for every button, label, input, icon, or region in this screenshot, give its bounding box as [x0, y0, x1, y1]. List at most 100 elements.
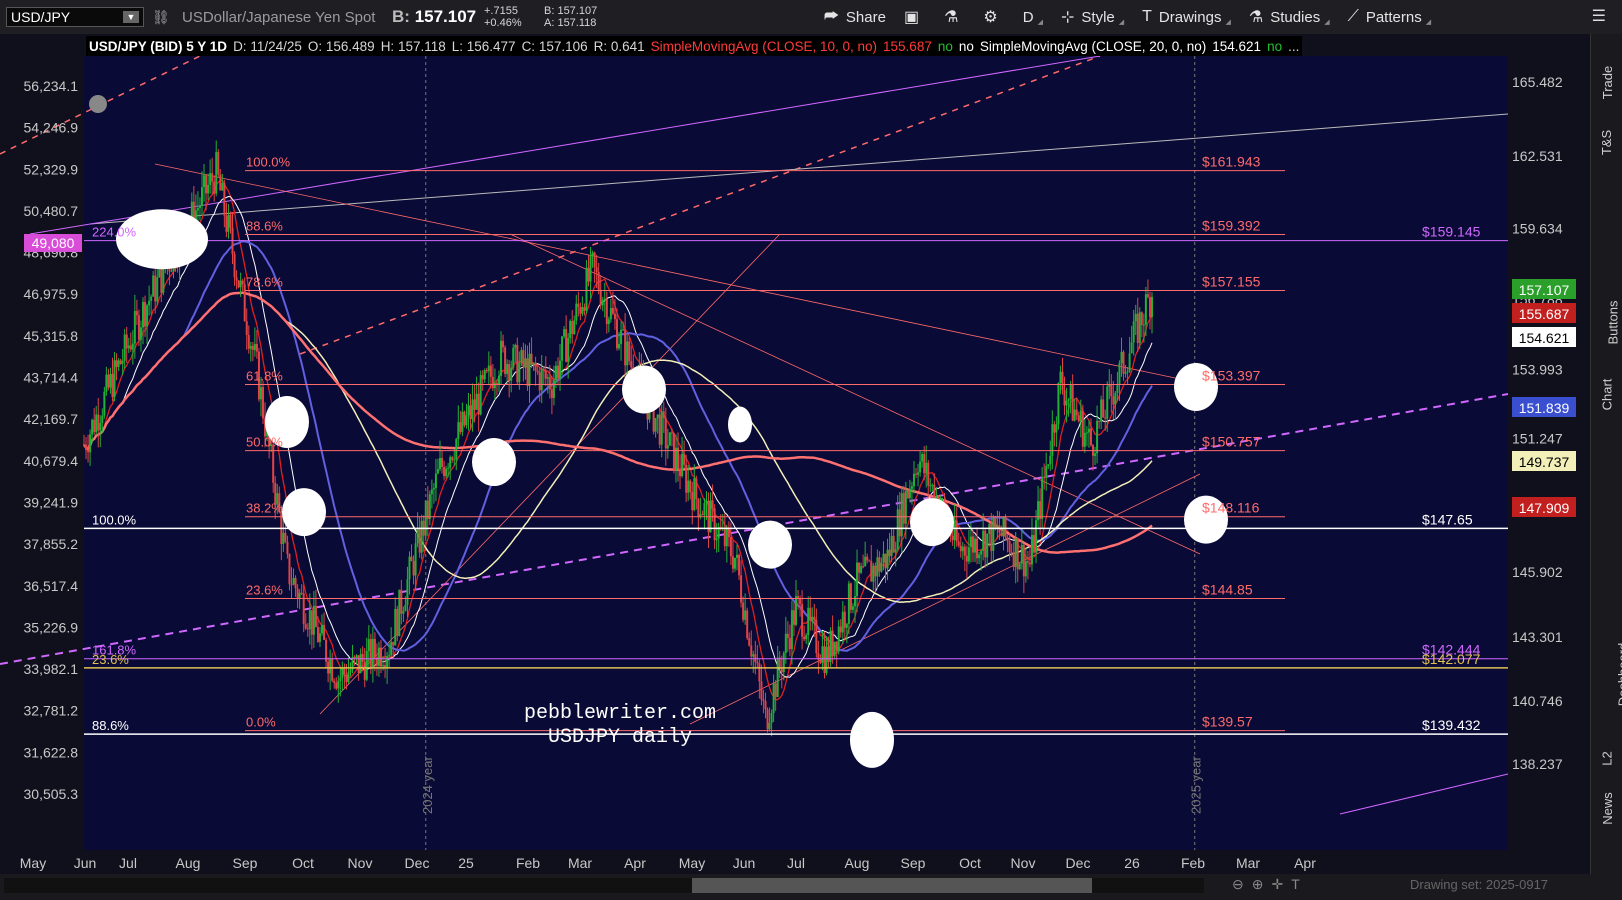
bid-ask-block: B: 157.107 A: 157.118 — [544, 5, 644, 29]
candle-body — [595, 267, 598, 273]
support-level-pct: 88.6% — [92, 718, 129, 733]
right-tab-option-chain[interactable]: Option Chain — [1591, 439, 1622, 528]
studies-button[interactable]: ⚗ Studies ◢ — [1249, 7, 1330, 27]
candle-body — [1049, 455, 1052, 465]
candle-body — [1061, 371, 1064, 391]
candle-body — [467, 405, 470, 416]
candle-body — [628, 341, 631, 362]
aggregation-button[interactable]: D ◢ — [1022, 8, 1043, 27]
drawings-button[interactable]: T Drawings ◢ — [1142, 8, 1231, 26]
annotation-ellipse — [728, 406, 752, 443]
candle-body — [1079, 410, 1082, 422]
candle-body — [1151, 296, 1153, 317]
right-tab-dashboard[interactable]: Dashboard — [1591, 643, 1622, 726]
link-icon[interactable]: ⛓ — [152, 9, 170, 26]
candle-body — [329, 658, 332, 674]
candle-body — [552, 380, 555, 398]
candle-body — [827, 646, 830, 662]
chevron-down-icon[interactable]: ▼ — [123, 11, 139, 23]
candle-body — [331, 658, 334, 681]
candle-body — [432, 488, 435, 490]
candle-body — [205, 175, 208, 194]
candle-body — [760, 681, 763, 700]
right-tab-news[interactable]: News — [1591, 792, 1622, 860]
share-button[interactable]: ⮫ Share — [824, 8, 886, 26]
right-tab-phase-scores[interactable]: Phase Scores — [1591, 564, 1622, 624]
grid-button[interactable]: ▣ — [904, 7, 926, 27]
candle-body — [424, 500, 427, 536]
candle-body — [1102, 399, 1105, 418]
candle-body — [866, 556, 869, 561]
candle-body — [992, 517, 995, 551]
purple-fib-pct: 224.0% — [92, 225, 137, 240]
x-axis-month: Sep — [901, 855, 926, 871]
patterns-button[interactable]: ⟋ Patterns ◢ — [1348, 8, 1431, 26]
candle-body — [1136, 313, 1139, 344]
candle-body — [790, 610, 793, 650]
candle-body — [1077, 415, 1080, 422]
candle-body — [849, 583, 852, 610]
x-axis-month: Jul — [787, 855, 805, 871]
header-more[interactable]: ... — [1285, 39, 1302, 54]
candle-body — [917, 472, 920, 475]
candle-body — [447, 467, 450, 469]
candle-body — [752, 654, 755, 657]
menu-icon[interactable]: ☰ — [1592, 6, 1606, 26]
candle-body — [660, 411, 663, 445]
right-tab-trade[interactable]: Trade — [1591, 66, 1622, 134]
candle-body — [150, 296, 153, 301]
zoom-out-icon[interactable]: ⊖ — [1232, 876, 1252, 892]
sma20-label[interactable]: SimpleMovingAvg (CLOSE, 20, 0, no) — [977, 39, 1209, 54]
candle-body — [477, 393, 480, 415]
candle-body — [312, 605, 315, 635]
x-axis-month: Nov — [1011, 855, 1036, 871]
text-icon[interactable]: T — [1291, 876, 1308, 892]
right-tab-active-trader[interactable]: Active Trader — [1591, 186, 1622, 276]
price-chart[interactable]: 165.482162.531159.634156.788153.993151.2… — [0, 34, 1590, 874]
flask-button[interactable]: ⚗ — [944, 7, 965, 27]
candle-body — [748, 637, 751, 646]
symbol-text: USD/JPY — [11, 9, 71, 25]
candle-body — [512, 347, 515, 368]
candle-body — [766, 709, 769, 730]
candle-body — [853, 596, 856, 607]
candle-body — [609, 308, 612, 320]
candle-body — [919, 461, 922, 473]
crosshair-icon[interactable]: ✛ — [1271, 876, 1291, 892]
candle-body — [701, 514, 704, 516]
candle-body — [593, 252, 596, 268]
right-tab-chart[interactable]: Chart — [1591, 379, 1622, 446]
patterns-icon: ⟋ — [1347, 8, 1359, 25]
candle-body — [485, 370, 488, 372]
style-button[interactable]: ⊹ Style ◢ — [1061, 7, 1124, 27]
candle-body — [306, 628, 309, 630]
scrollbar-thumb[interactable] — [692, 878, 1092, 893]
settings-button[interactable]: ⚙ — [983, 7, 1004, 27]
zoom-in-icon[interactable]: ⊕ — [1252, 876, 1272, 892]
triangle-icon: ◢ — [1324, 19, 1330, 26]
candle-body — [95, 414, 98, 433]
chart-area[interactable]: 165.482 162.531 159.634 156.788 153.993 151.2… — [0, 34, 1590, 874]
symbol-selector[interactable]: USD/JPY ▼ — [6, 7, 144, 27]
watermark-line2: USDJPY daily — [548, 726, 692, 749]
candle-body — [591, 252, 594, 256]
candle-body — [434, 473, 437, 489]
candle-body — [377, 647, 380, 666]
right-tab-t-s[interactable]: T&S — [1591, 130, 1622, 194]
candle-body — [436, 469, 439, 474]
aggregation-label: D — [1022, 8, 1034, 26]
candle-body — [841, 611, 844, 633]
header-date: D: 11/24/25 — [233, 38, 302, 54]
candle-body — [288, 554, 291, 585]
candle-body — [304, 624, 307, 629]
change-value: +.7155 — [484, 5, 518, 17]
sma10-label[interactable]: SimpleMovingAvg (CLOSE, 10, 0, no) — [648, 39, 880, 54]
candle-body — [141, 301, 144, 328]
right-tab-buttons[interactable]: Buttons — [1591, 300, 1622, 374]
candle-body — [294, 578, 297, 589]
candle-body — [925, 462, 928, 474]
candle-body — [736, 554, 739, 558]
candle-body — [1118, 363, 1121, 385]
candle-body — [768, 722, 771, 730]
candle-body — [860, 566, 863, 573]
